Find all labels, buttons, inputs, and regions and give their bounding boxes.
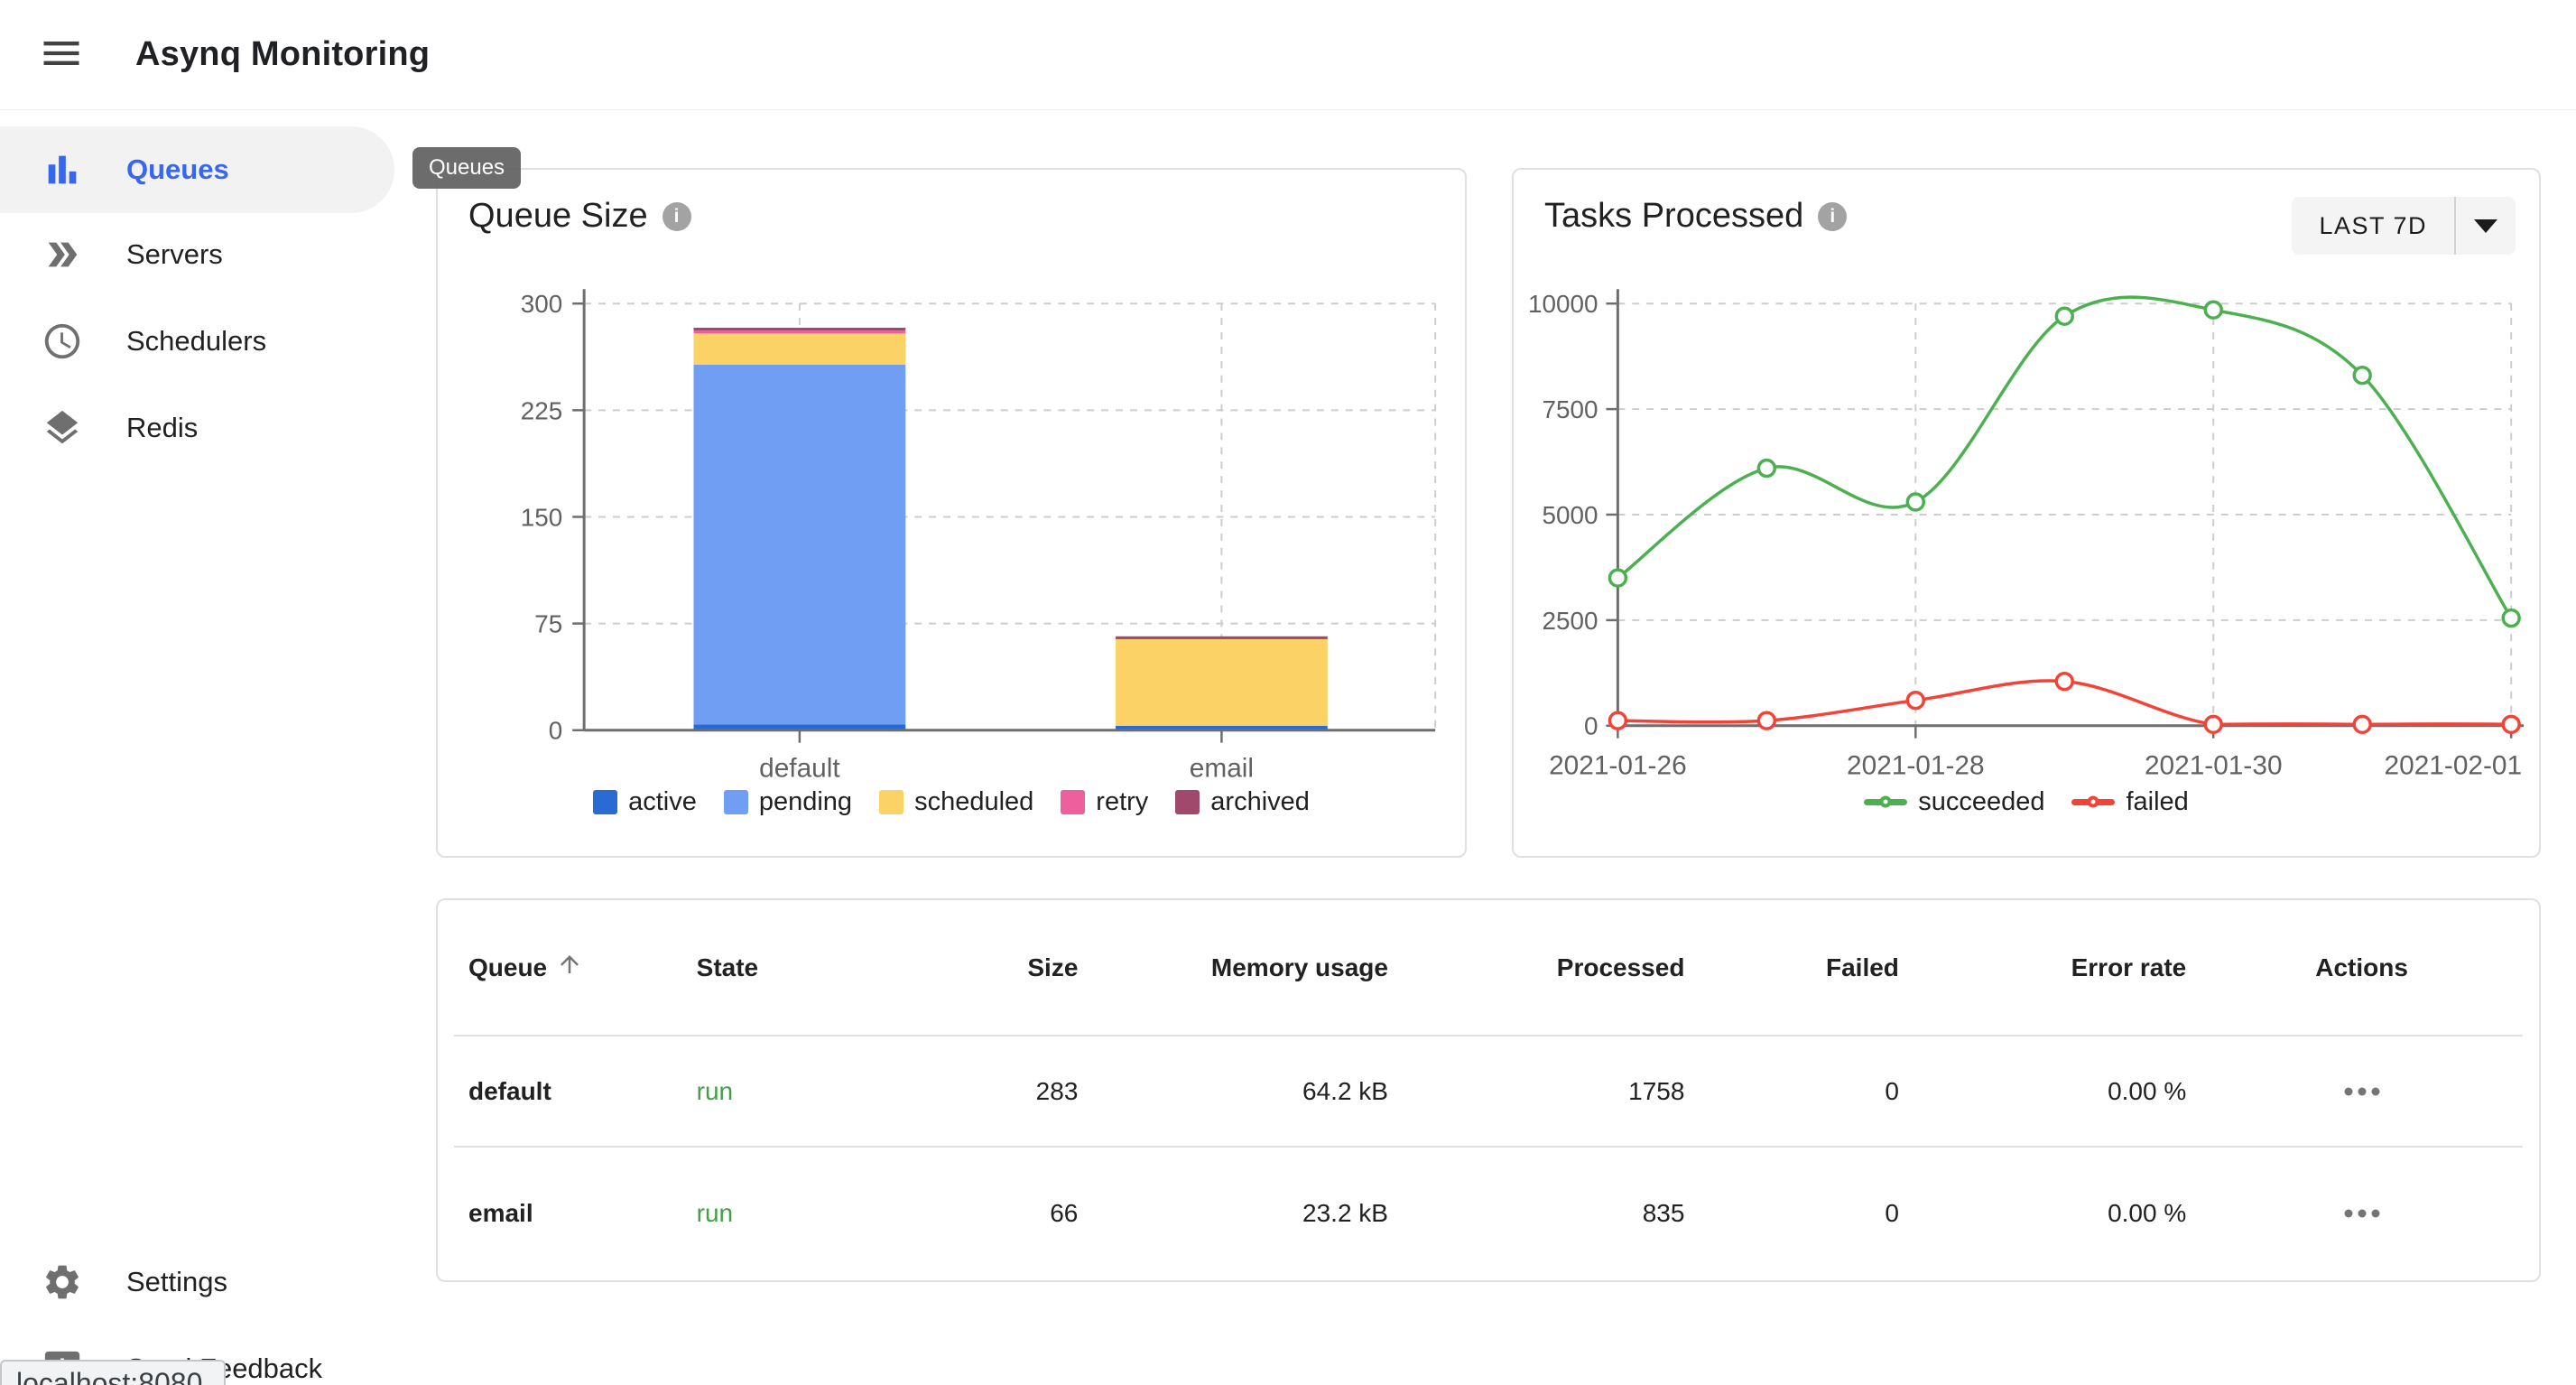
svg-text:7500: 7500 — [1543, 395, 1598, 423]
archived-swatch — [1175, 790, 1200, 814]
svg-text:5000: 5000 — [1543, 501, 1598, 529]
processed-cell: 1758 — [1403, 1036, 1699, 1147]
legend-item-failed: failed — [2071, 787, 2188, 817]
svg-text:2500: 2500 — [1543, 607, 1598, 635]
arrow-up-icon — [556, 951, 583, 984]
succeeded-swatch — [1864, 799, 1907, 805]
failed-cell: 0 — [1699, 1147, 1913, 1278]
legend-item-retry: retry — [1061, 787, 1148, 817]
sidebar-item-schedulers[interactable]: Schedulers — [0, 298, 394, 385]
app-root: Asynq Monitoring Queues Servers Schedule… — [0, 0, 2576, 1385]
time-range-label: LAST 7D — [2292, 212, 2454, 240]
svg-text:150: 150 — [521, 503, 562, 531]
tasks-processed-legend: succeeded failed — [1514, 780, 2539, 823]
queues-table-card: Queue State Size Memory usage Processed … — [436, 898, 2541, 1282]
queues-table: Queue State Size Memory usage Processed … — [454, 900, 2523, 1278]
legend-item-active: active — [593, 787, 697, 817]
gear-icon — [42, 1261, 83, 1303]
svg-text:2021-01-30: 2021-01-30 — [2145, 750, 2283, 780]
retry-swatch — [1061, 790, 1085, 814]
svg-text:default: default — [759, 753, 840, 783]
time-range-dropdown[interactable] — [2456, 219, 2516, 233]
pending-swatch — [724, 790, 748, 814]
failed-swatch — [2071, 799, 2115, 805]
queue-name-cell[interactable]: email — [454, 1147, 682, 1278]
queue-name-cell[interactable]: default — [454, 1036, 682, 1147]
sidebar-item-settings[interactable]: Settings — [0, 1239, 394, 1325]
size-cell: 283 — [974, 1036, 1092, 1147]
sidebar-item-label: Settings — [126, 1266, 227, 1298]
info-icon[interactable]: i — [663, 202, 691, 231]
table-row: default run 283 64.2 kB 1758 0 0.00 % — [454, 1036, 2523, 1147]
queue-size-card: Queue Size i 0 75 150 225 300 default email ac… — [436, 168, 1467, 858]
bar-chart-icon — [42, 149, 83, 191]
state-header: State — [682, 900, 974, 1036]
svg-text:2021-02-01: 2021-02-01 — [2385, 750, 2523, 780]
hamburger-menu-icon — [38, 30, 85, 79]
size-header: Size — [974, 900, 1092, 1036]
status-url-bubble: localhost:8080 — [0, 1360, 226, 1385]
queue-size-legend: active pending scheduled retry archived — [438, 780, 1465, 823]
memory-cell: 64.2 kB — [1092, 1036, 1403, 1147]
sidebar-item-label: Queues — [126, 153, 229, 186]
error-rate-header: Error rate — [1913, 900, 2201, 1036]
memory-cell: 23.2 kB — [1092, 1147, 1403, 1278]
queue-size-title: Queue Size — [468, 197, 648, 236]
svg-text:10000: 10000 — [1528, 290, 1598, 318]
row-actions-button[interactable] — [2335, 1078, 2389, 1108]
clock-icon — [42, 321, 83, 362]
sidebar-item-label: Servers — [126, 238, 223, 271]
sidebar: Queues Servers Schedulers Redis Settings — [0, 110, 394, 1385]
state-cell: run — [682, 1036, 974, 1147]
processed-header: Processed — [1403, 900, 1699, 1036]
top-bar: Asynq Monitoring — [0, 0, 2576, 110]
row-actions-button[interactable] — [2335, 1200, 2389, 1230]
scheduled-swatch — [879, 790, 903, 814]
svg-text:300: 300 — [521, 290, 562, 318]
tasks-processed-card: Tasks Processed i LAST 7D 0 2500 5000 7500 1… — [1512, 168, 2541, 858]
svg-text:75: 75 — [534, 610, 562, 638]
svg-text:0: 0 — [1584, 712, 1598, 740]
more-horiz-icon — [2342, 1209, 2382, 1222]
tasks-processed-chart: 0 2500 5000 7500 10000 2021-01-26 2021-01-28 20… — [1514, 170, 2539, 856]
processed-cell: 835 — [1403, 1147, 1699, 1278]
app-title: Asynq Monitoring — [135, 35, 430, 74]
info-icon[interactable]: i — [1818, 202, 1847, 231]
tasks-processed-title: Tasks Processed — [1544, 197, 1803, 236]
sidebar-item-queues[interactable]: Queues — [0, 126, 394, 213]
error-rate-cell: 0.00 % — [1913, 1036, 2201, 1147]
table-row: email run 66 23.2 kB 835 0 0.00 % — [454, 1147, 2523, 1278]
double-arrow-icon — [42, 234, 83, 275]
legend-item-succeeded: succeeded — [1864, 787, 2044, 817]
time-range-button[interactable]: LAST 7D — [2292, 197, 2516, 255]
state-cell: run — [682, 1147, 974, 1278]
sidebar-item-label: Schedulers — [126, 325, 266, 358]
legend-item-scheduled: scheduled — [879, 787, 1033, 817]
queue-size-chart: 0 75 150 225 300 default email — [438, 170, 1465, 856]
svg-text:2021-01-26: 2021-01-26 — [1549, 750, 1687, 780]
svg-text:225: 225 — [521, 396, 562, 424]
more-horiz-icon — [2342, 1087, 2382, 1101]
svg-text:2021-01-28: 2021-01-28 — [1847, 750, 1985, 780]
failed-header: Failed — [1699, 900, 1913, 1036]
memory-usage-header: Memory usage — [1092, 900, 1403, 1036]
legend-item-pending: pending — [724, 787, 852, 817]
svg-text:email: email — [1190, 753, 1254, 783]
hamburger-menu-button[interactable] — [25, 19, 97, 91]
actions-header: Actions — [2201, 900, 2523, 1036]
svg-text:0: 0 — [549, 717, 563, 745]
layers-icon — [42, 407, 83, 449]
sidebar-item-label: Redis — [126, 412, 198, 444]
sidebar-item-servers[interactable]: Servers — [0, 211, 394, 298]
chevron-down-icon — [2474, 219, 2497, 233]
legend-item-archived: archived — [1175, 787, 1310, 817]
size-cell: 66 — [974, 1147, 1092, 1278]
active-swatch — [593, 790, 617, 814]
table-header-row: Queue State Size Memory usage Processed … — [454, 900, 2523, 1036]
error-rate-cell: 0.00 % — [1913, 1147, 2201, 1278]
sort-by-queue-header[interactable]: Queue — [468, 951, 583, 984]
failed-cell: 0 — [1699, 1036, 1913, 1147]
sidebar-item-redis[interactable]: Redis — [0, 385, 394, 471]
nav-tooltip: Queues — [412, 147, 521, 189]
